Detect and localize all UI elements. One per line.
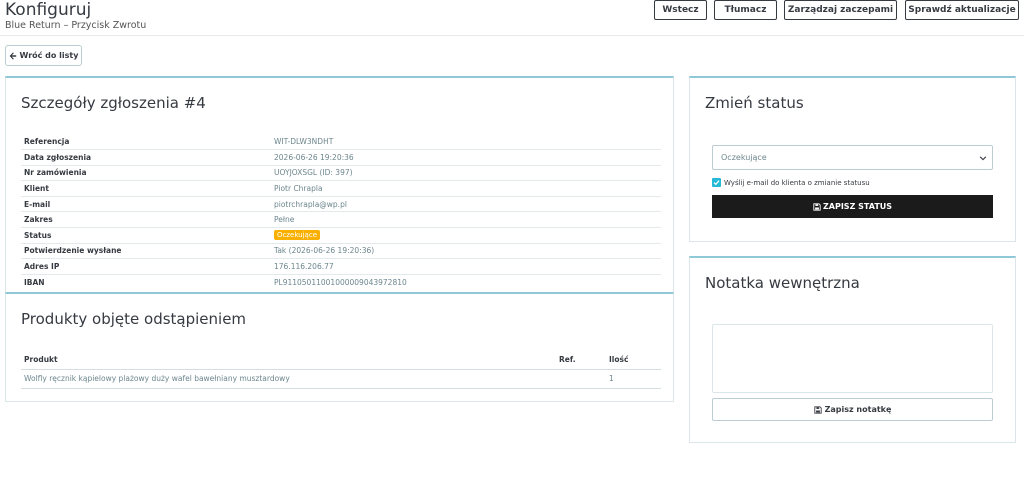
details-row: IBAN PL91105011001000009043972810: [21, 274, 661, 290]
details-row: Potwierdzenie wysłane Tak (2026-06-26 19:…: [21, 243, 661, 260]
detail-label: Referencja: [21, 134, 271, 151]
save-note-label: Zapisz notatkę: [824, 405, 892, 414]
email-checkbox[interactable]: [712, 178, 721, 187]
detail-value: Piotr Chrapla: [271, 180, 661, 197]
save-note-button[interactable]: Zapisz notatkę: [712, 398, 993, 421]
check-icon: [713, 180, 720, 186]
product-name: Wolfly ręcznik kąpielowy plażowy duży wa…: [21, 369, 556, 389]
details-title: Szczegóły zgłoszenia #4: [21, 94, 206, 112]
manage-hooks-button[interactable]: Zarządzaj zaczepami: [784, 0, 897, 20]
detail-label: Adres IP: [21, 258, 271, 275]
page-title: Konfiguruj: [5, 0, 92, 20]
back-to-list-button[interactable]: Wróć do listy: [5, 45, 82, 66]
detail-label: Zakres: [21, 211, 271, 229]
back-to-list-label: Wróć do listy: [19, 51, 79, 60]
save-icon: [813, 202, 821, 211]
details-table: Referencja WIT-DLW3NDHT Data zgłoszenia 20…: [21, 134, 661, 290]
save-status-label: ZAPISZ STATUS: [822, 202, 893, 211]
detail-label: Klient: [21, 180, 271, 197]
detail-label: Status: [21, 227, 271, 244]
note-card: Notatka wewnętrzna Zapisz notatkę: [689, 256, 1016, 443]
detail-value: Pełne: [271, 211, 661, 229]
status-title: Zmień status: [705, 94, 804, 112]
detail-value: piotrchrapla@wp.pl: [271, 196, 661, 213]
status-select-value: Oczekujące: [721, 153, 767, 162]
detail-label: Potwierdzenie wysłane: [21, 243, 271, 260]
products-table: Produkt Ref. Ilość Wolfly ręcznik kąpiel…: [21, 350, 661, 389]
email-checkbox-label: Wyślij e-mail do klienta o zmianie statu…: [724, 178, 870, 187]
details-card: Szczegóły zgłoszenia #4 Referencja WIT-DL…: [5, 76, 674, 295]
column-header-ref: Ref.: [556, 350, 606, 370]
detail-value: UOYJOXSGL (ID: 397): [271, 165, 661, 182]
status-card: Zmień status Oczekujące Wyślij e-mail do…: [689, 76, 1016, 242]
details-row: E-mail piotrchrapla@wp.pl: [21, 196, 661, 213]
detail-value: PL91105011001000009043972810: [274, 277, 407, 287]
translate-button[interactable]: Tłumacz: [714, 0, 777, 20]
detail-label: Data zgłoszenia: [21, 149, 271, 166]
status-badge: Oczekujące: [274, 230, 321, 241]
products-card: Produkty objęte odstąpieniem Produkt Ref…: [5, 292, 674, 402]
product-qty: 1: [606, 369, 661, 389]
note-title: Notatka wewnętrzna: [705, 274, 860, 292]
product-ref: [556, 369, 606, 389]
products-title: Produkty objęte odstąpieniem: [21, 310, 247, 328]
detail-label: Nr zamówienia: [21, 165, 271, 182]
detail-value: Tak (2026-06-26 19:20:36): [271, 243, 661, 260]
detail-value: WIT-DLW3NDHT: [271, 134, 661, 151]
detail-value: 2026-06-26 19:20:36: [271, 149, 661, 166]
column-header-qty: Ilość: [606, 350, 661, 370]
details-row: Data zgłoszenia 2026-06-26 19:20:36: [21, 149, 661, 166]
detail-label: E-mail: [21, 196, 271, 213]
arrow-left-icon: [9, 51, 16, 60]
detail-label: IBAN: [24, 277, 45, 287]
details-row: Nr zamówienia UOYJOXSGL (ID: 397): [21, 165, 661, 182]
check-updates-button[interactable]: Sprawdź aktualizacje: [905, 0, 1019, 20]
note-textarea[interactable]: [712, 324, 993, 393]
save-status-button[interactable]: ZAPISZ STATUS: [712, 195, 993, 218]
detail-value: 176.116.206.77: [271, 258, 661, 275]
details-row: Referencja WIT-DLW3NDHT: [21, 134, 661, 151]
page-subtitle: Blue Return – Przycisk Zwrotu: [5, 20, 147, 31]
email-checkbox-row: Wyślij e-mail do klienta o zmianie statu…: [712, 178, 870, 187]
save-icon: [813, 405, 822, 414]
details-row: Adres IP 176.116.206.77: [21, 258, 661, 275]
chevron-down-icon: [979, 156, 987, 161]
status-select[interactable]: Oczekujące: [712, 145, 993, 170]
back-button[interactable]: Wstecz: [654, 0, 707, 20]
details-row: Klient Piotr Chrapla: [21, 180, 661, 197]
table-row: Wolfly ręcznik kąpielowy plażowy duży wa…: [21, 369, 661, 389]
details-row: Status Oczekujące: [21, 227, 661, 244]
column-header-product: Produkt: [21, 350, 556, 370]
details-row: Zakres Pełne: [21, 211, 661, 229]
